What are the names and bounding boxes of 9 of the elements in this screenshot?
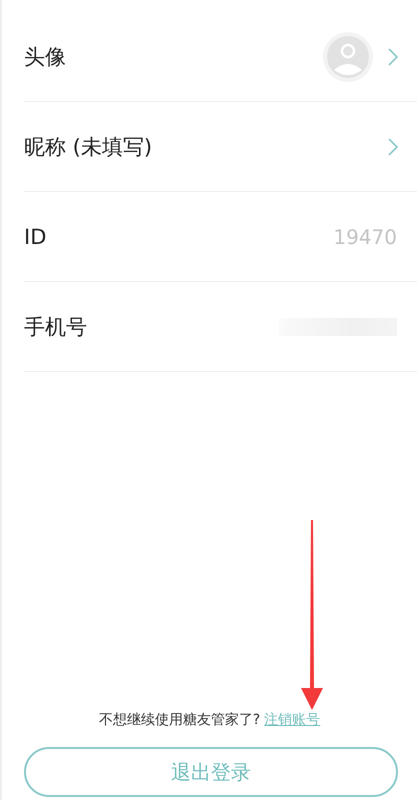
hint-text: 不想继续使用糖友管家了?: [98, 711, 260, 729]
row-value: 19470: [333, 224, 397, 248]
logout-button[interactable]: 退出登录: [24, 747, 398, 797]
row-label: ID: [24, 224, 48, 248]
row-label: 昵称 (未填写): [24, 134, 154, 160]
row-label: 头像: [24, 44, 67, 70]
deactivate-link[interactable]: 注销账号: [264, 711, 320, 729]
row-label: 手机号: [24, 314, 88, 340]
avatar-icon: [323, 32, 373, 82]
